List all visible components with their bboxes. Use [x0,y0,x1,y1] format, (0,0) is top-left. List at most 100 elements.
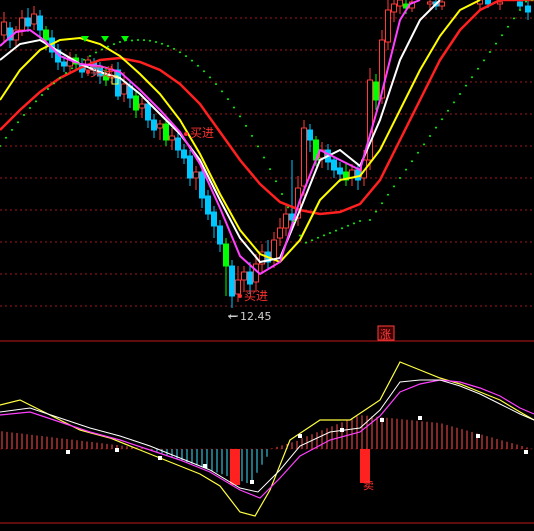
buy-text-1: 买进 [90,65,114,79]
candle-body-29 [175,137,181,151]
macd-big-bar-1 [230,449,240,485]
candle-body-4 [25,17,31,27]
sar-dot-77 [465,84,467,87]
buy-text-3: 买进 [244,289,268,303]
sar-dot-35 [209,76,211,79]
sar-dot-6 [35,100,37,103]
low-price-label: 12.45 [240,310,272,323]
sar-dot-12 [71,67,73,70]
sar-dot-50 [299,234,301,237]
candle-body-45 [271,239,277,261]
candle-body-56 [337,167,343,175]
candle-body-25 [151,119,157,131]
candle-body-64 [385,9,391,43]
sar-dot-76 [459,93,461,95]
candle-body-62 [373,81,379,101]
sar-dot-86 [519,9,521,11]
stock-chart: ← 12.45 买进 买进 买进 涨 卖 [0,0,534,531]
sar-dot-43 [257,145,259,148]
candle-body-51 [307,129,313,141]
low-price-annotation: ← 12.45 [228,310,272,323]
sar-dot-84 [507,25,509,28]
sar-dot-39 [233,106,235,109]
sar-dot-13 [77,62,79,65]
sar-dot-68 [411,160,413,163]
sar-dot-72 [435,126,437,129]
sar-dot-74 [447,109,449,112]
macd-square-8 [418,416,422,420]
buy-label-2: 买进 [190,126,214,140]
candle-body-30 [181,149,187,159]
buy-dot-1 [184,132,188,136]
sar-dot-45 [269,168,271,171]
sar-dot-36 [215,83,217,86]
sar-dot-71 [429,135,431,137]
sar-dot-73 [441,118,443,121]
macd-square-9 [476,434,480,438]
candle-body-22 [133,95,139,111]
sar-dot-3 [17,121,19,124]
sar-dot-8 [47,88,49,91]
candle-body-71 [439,1,445,7]
sar-dot-32 [191,59,193,62]
sar-dot-75 [453,101,455,104]
candle-body-34 [205,195,211,215]
candle-body-73 [485,0,491,5]
candle-body-27 [163,123,169,141]
zhang-badge: 涨 [377,325,395,341]
macd-big-bar-2 [360,449,370,483]
candle-body-46 [277,227,283,239]
macd-square-7 [380,418,384,422]
candle-body-3 [19,17,25,31]
sar-dot-27 [161,42,163,45]
candle-body-65 [391,3,397,13]
sar-dot-80 [483,59,485,62]
candle-body-5 [31,13,37,25]
candle-body-38 [229,265,235,297]
sar-dot-60 [359,220,361,222]
sar-dot-23 [137,39,139,42]
macd-square-2 [158,456,162,460]
candle-body-35 [211,211,217,227]
sar-dot-51 [305,241,307,244]
sar-dot-11 [65,71,67,74]
macd-sell-label: 卖 [363,479,374,492]
sar-dot-63 [381,202,383,205]
buy-text-2: 买进 [190,126,214,140]
sar-dot-1 [5,136,7,139]
buy-label-1: 买进 [90,65,114,79]
sar-dot-30 [179,51,181,54]
sar-dot-82 [495,42,497,45]
sar-dot-54 [323,234,325,237]
candle-body-6 [37,15,43,31]
sar-dot-28 [167,44,169,47]
candle-body-20 [121,83,127,95]
macd-square-1 [115,448,119,452]
low-pointer-arrow: ← [228,310,237,323]
sar-dot-40 [239,115,241,118]
buy-label-3: 买进 [244,289,268,303]
candle-body-55 [331,159,337,171]
sar-dot-56 [335,229,337,232]
macd-square-0 [66,450,70,454]
candle-body-26 [157,123,163,129]
candle-body-40 [241,271,247,281]
sar-dot-78 [471,76,473,79]
candle-body-41 [247,271,253,285]
candle-body-66 [397,0,403,7]
sar-dot-34 [203,70,205,73]
candle-body-75 [517,1,523,7]
candle-body-7 [43,29,49,41]
sar-dot-31 [185,55,187,58]
candle-body-36 [217,225,223,245]
sar-dot-14 [83,58,85,61]
candle-body-0 [1,21,7,36]
sar-dot-5 [29,107,31,109]
macd-square-10 [524,450,528,454]
sar-dot-70 [423,143,425,146]
sar-dot-29 [173,47,175,50]
sar-dot-17 [101,48,103,51]
candle-body-74 [497,1,503,5]
sar-dot-44 [263,156,265,159]
sar-dot-9 [53,82,55,85]
